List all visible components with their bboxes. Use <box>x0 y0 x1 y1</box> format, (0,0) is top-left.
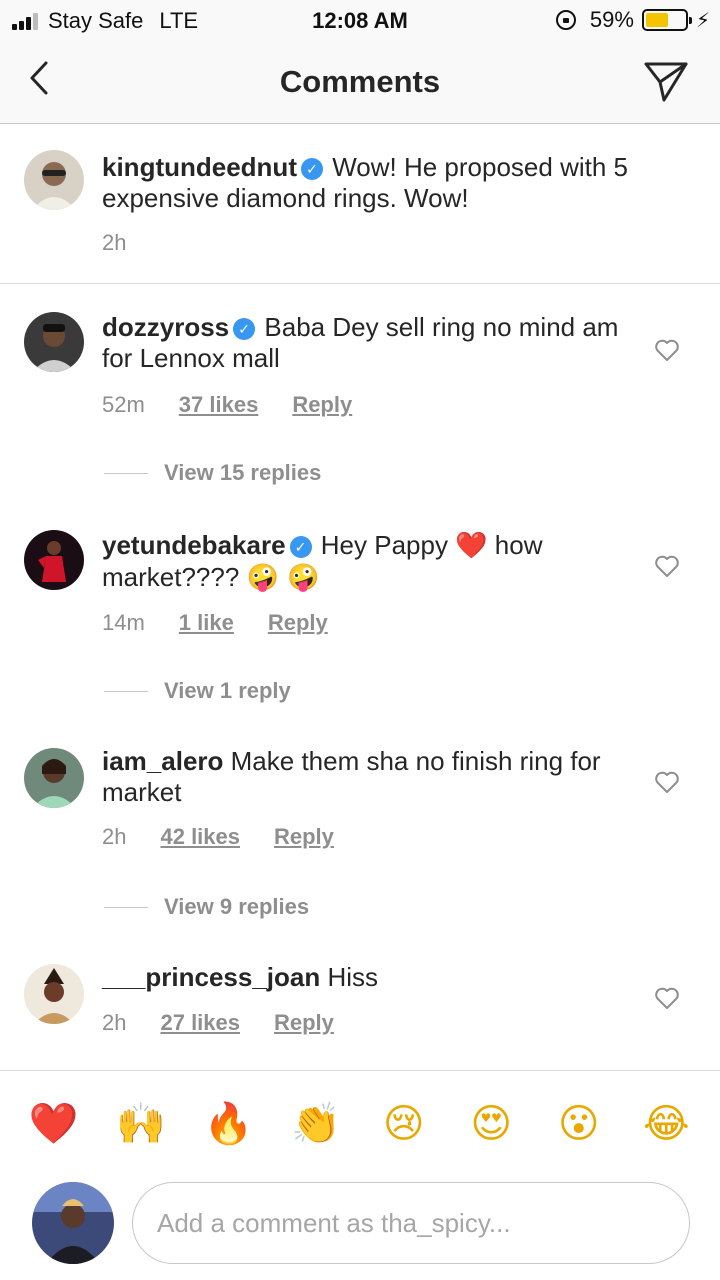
comment-item: dozzyross ✓ Baba Dey sell ring no mind am… <box>0 284 720 504</box>
comment-text: iam_alero Make them sha no finish ring f… <box>102 746 642 808</box>
comment-time: 52m <box>102 392 145 417</box>
paper-plane-icon <box>644 62 688 102</box>
clapping-hands-reaction-icon[interactable]: 👏 <box>288 1096 344 1152</box>
like-heart-icon[interactable] <box>654 338 680 362</box>
avatar-image <box>24 748 84 808</box>
reply-button[interactable]: Reply <box>268 610 328 636</box>
comment-time: 14m <box>102 610 145 635</box>
comment-item: iam_alero Make them sha no finish ring f… <box>0 720 720 940</box>
view-replies-button[interactable]: View 15 replies <box>104 460 321 486</box>
reply-button[interactable]: Reply <box>292 392 352 418</box>
comment-item: yetundebakare ✓ Hey Pappy ❤️ how market??… <box>0 504 720 720</box>
page-title: Comments <box>279 64 441 99</box>
comment-text: yetundebakare ✓ Hey Pappy ❤️ how market??… <box>102 530 642 594</box>
comment-username[interactable]: dozzyross <box>102 312 229 342</box>
add-comment-input[interactable] <box>132 1182 690 1264</box>
surprised-face-reaction-icon[interactable]: 😮 <box>551 1096 607 1152</box>
status-bar: Stay Safe LTE 12:08 AM 59% ⚡︎ <box>0 0 720 40</box>
red-heart-emoji-icon: ❤️ <box>455 531 488 561</box>
avatar-image <box>24 150 84 210</box>
view-replies-button[interactable]: View 9 replies <box>104 894 309 920</box>
avatar-image <box>24 530 84 590</box>
like-heart-icon[interactable] <box>654 770 680 794</box>
avatar[interactable] <box>24 312 84 372</box>
likes-count-link[interactable]: 27 likes <box>160 1010 240 1036</box>
battery-icon <box>641 9 692 31</box>
current-user-avatar <box>32 1182 114 1264</box>
view-replies-label: View 15 replies <box>164 460 322 485</box>
view-replies-button[interactable]: View 1 reply <box>104 678 291 704</box>
comment-text: dozzyross ✓ Baba Dey sell ring no mind am… <box>102 312 642 374</box>
divider-line <box>104 690 148 692</box>
comment-username[interactable]: ___princess_joan <box>102 962 320 992</box>
post-caption: kingtundeednut ✓ Wow! He proposed with 5 … <box>0 124 720 284</box>
quick-reactions-bar: ❤️ 🙌 🔥 👏 😢 😍 😮 😂 <box>0 1070 720 1176</box>
heart-eyes-reaction-icon[interactable]: 😍 <box>463 1096 519 1152</box>
comment-time: 2h <box>102 824 127 849</box>
zany-face-emoji-icon: 🤪 🤪 <box>246 563 320 593</box>
likes-count-link[interactable]: 1 like <box>179 610 234 636</box>
tears-of-joy-reaction-icon[interactable]: 😂 <box>638 1096 694 1152</box>
comment-time: 2h <box>102 1010 127 1035</box>
avatar-image <box>24 312 84 372</box>
comment-text: ___princess_joan Hiss <box>102 962 642 993</box>
divider-line <box>104 906 148 908</box>
view-replies-label: View 9 replies <box>164 894 310 919</box>
comment-body-part1: Hey Pappy <box>320 530 456 560</box>
battery-percent: 59% <box>589 7 634 32</box>
heart-reaction-icon[interactable]: ❤️ <box>26 1096 82 1152</box>
verified-badge-icon: ✓ <box>300 158 323 180</box>
battery-fill <box>645 13 669 27</box>
comment-username[interactable]: yetundebakare <box>102 530 286 560</box>
avatar[interactable] <box>24 150 84 210</box>
comment-meta: 2h 27 likes Reply <box>102 1010 334 1036</box>
likes-count-link[interactable]: 37 likes <box>179 392 259 418</box>
avatar[interactable] <box>24 748 84 808</box>
direct-send-button[interactable] <box>642 56 690 104</box>
reply-button[interactable]: Reply <box>274 824 334 850</box>
orientation-lock-icon <box>555 10 576 30</box>
verified-badge-icon: ✓ <box>289 536 312 558</box>
verified-badge-icon: ✓ <box>233 318 256 340</box>
caption-meta: 2h <box>102 230 126 256</box>
comment-username[interactable]: iam_alero <box>102 746 223 776</box>
comment-body: Hiss <box>327 962 379 992</box>
charging-bolt-icon: ⚡︎ <box>695 9 710 32</box>
comment-composer <box>0 1176 720 1280</box>
comment-meta: 52m 37 likes Reply <box>102 392 352 418</box>
fire-reaction-icon[interactable]: 🔥 <box>201 1096 257 1152</box>
crying-face-reaction-icon[interactable]: 😢 <box>376 1096 432 1152</box>
avatar-image <box>24 964 84 1024</box>
avatar-image <box>32 1182 114 1264</box>
divider-line <box>104 472 148 474</box>
view-replies-label: View 1 reply <box>164 678 291 703</box>
top-nav-bar: Comments <box>0 40 720 124</box>
likes-count-link[interactable]: 42 likes <box>160 824 240 850</box>
reply-button[interactable]: Reply <box>274 1010 334 1036</box>
avatar[interactable] <box>24 530 84 590</box>
comment-meta: 2h 42 likes Reply <box>102 824 334 850</box>
raised-hands-reaction-icon[interactable]: 🙌 <box>113 1096 169 1152</box>
comment-meta: 14m 1 like Reply <box>102 610 328 636</box>
caption-time: 2h <box>102 230 127 255</box>
comment-item: ___princess_joan Hiss 2h 27 likes Reply <box>0 940 720 1070</box>
caption-text: kingtundeednut ✓ Wow! He proposed with 5 … <box>102 152 642 214</box>
avatar[interactable] <box>24 964 84 1024</box>
like-heart-icon[interactable] <box>654 554 680 578</box>
caption-username[interactable]: kingtundeednut <box>102 152 297 182</box>
status-right: 59% ⚡︎ <box>555 7 710 33</box>
like-heart-icon[interactable] <box>654 986 680 1010</box>
